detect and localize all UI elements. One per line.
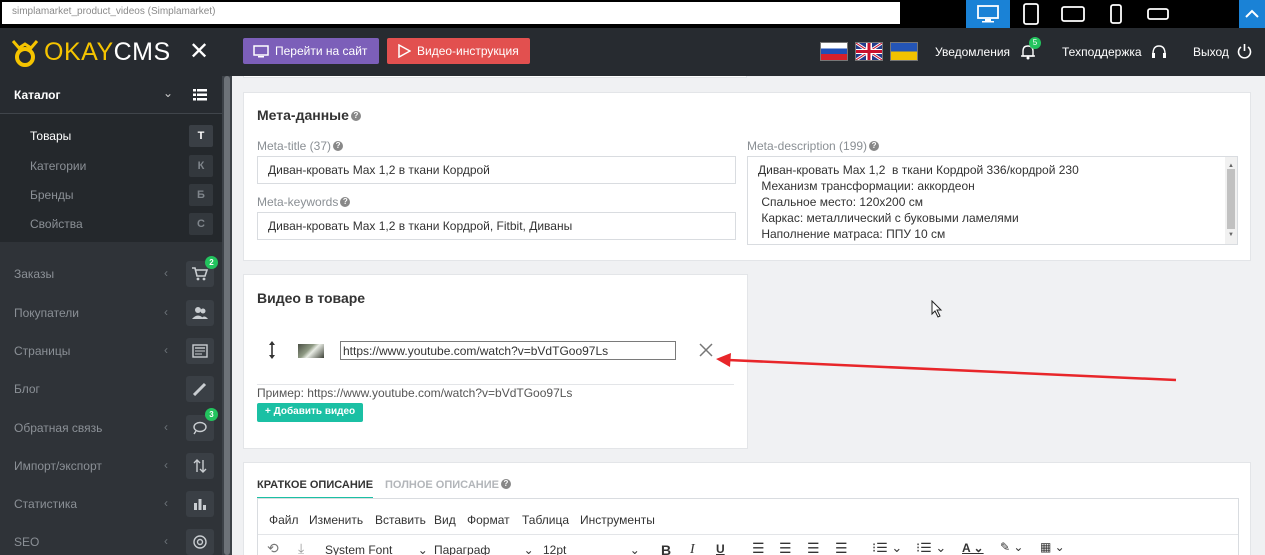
mouse-cursor-icon bbox=[931, 300, 943, 318]
annotation-arrow bbox=[716, 353, 1177, 382]
